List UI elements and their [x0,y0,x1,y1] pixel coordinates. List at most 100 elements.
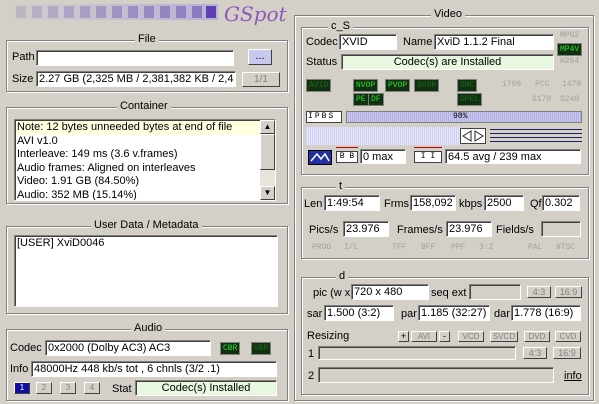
userdata-line: [USER] XviD0046 [17,237,105,249]
dar-label: dar [494,308,510,320]
tag-prog: PROG [312,243,332,252]
fields-label: Fields/s [496,224,534,236]
userdata-list[interactable]: [USER] XviD0046 [14,235,278,307]
video-codec-field: XVID [339,34,397,50]
resize-row1-16-9-button[interactable]: 16:9 [553,347,581,359]
format-h264-tag: H264 [560,57,580,66]
video-status-field: Codec(s) are Installed [341,54,554,70]
container-group-title: Container [117,100,171,112]
b-frames-icon: B B [336,146,358,164]
audio-group-title: Audio [131,322,166,334]
resize-vcd-button[interactable]: VCD [458,331,484,342]
audio-info-field: 48000Hz 448 kb/s tot , 6 chnls (3/2 .1) [31,361,277,377]
browse-label: ... [255,50,265,62]
ar-4-3-label: 4:3 [532,287,546,297]
resizing-label: Resizing [307,330,350,342]
stream-4-label: 4 [89,383,95,392]
part-indicator[interactable]: 1/1 [242,72,280,87]
std-pcc-tag: PCC [535,80,550,89]
resize-minus-button[interactable]: - [439,331,450,342]
resize-cvd-button[interactable]: CVD [555,331,581,342]
container-line: Note: 12 bytes unneeded bytes at end of … [17,121,259,135]
audio-stream-4-button[interactable]: 4 [84,382,100,394]
sar-field: 1.500 (3:2) [324,305,394,321]
container-line: Interleave: 149 ms (3.6 v.frames) [17,148,178,160]
size-field: 2.27 GB (2,325 MB / 2,381,382 KB / 2,4 [36,71,236,87]
resize-minus-label: - [443,331,446,341]
path-label: Path [12,51,35,63]
frms-label: Frms [384,198,410,210]
container-line: Video: 1.91 GB (84.50%) [17,175,140,187]
flag-smc: SMC [457,79,478,92]
cbr-indicator: CBR [220,342,241,355]
mpeg-logo-icon [308,150,332,165]
scroll-down-button[interactable]: ▼ [260,186,275,200]
resize-svcd-button[interactable]: SVCD [490,331,518,342]
resize-dvd-button[interactable]: DVD [524,331,550,342]
stream-1-label: 1 [19,383,25,392]
frames-label: Frames/s [397,224,443,236]
pics-label: Pics/s [309,224,339,236]
container-scrollbar[interactable]: ▲ ▼ [260,120,275,200]
tag-il: I/L [344,243,359,252]
pic-field: 720 x 480 [351,284,429,300]
path-input[interactable] [36,50,234,66]
fields-field [541,221,581,237]
resize-svcd-label: SVCD [492,332,516,341]
container-line: Audio: 352 MB (15.14%) [17,188,137,201]
frame-type-box: IPBS [306,111,342,123]
frames-field: 23.976 [446,221,492,237]
par-label: par [401,308,417,320]
tag-pal: PAL [528,243,543,252]
tag-tff: TFF [392,243,407,252]
container-info-list[interactable]: Note: 12 bytes unneeded bytes at end of … [14,119,276,201]
frame-progress-percent: 98% [453,112,468,121]
resize-avi-label: AVI [417,332,431,341]
resize-row1-16-9-label: 16:9 [558,348,576,358]
resize-row1-field [318,346,516,360]
browse-button[interactable]: ... [248,49,272,65]
audio-stream-2-button[interactable]: 2 [36,382,52,394]
video-codec-label: Codec [306,36,338,48]
resize-row1-4-3-button[interactable]: 4:3 [523,347,547,359]
len-field: 1:49:54 [324,195,380,211]
resize-row2-label: 2 [308,370,315,382]
dar-field: 1.778 (16:9) [511,305,581,321]
part-label: 1/1 [254,74,268,85]
flag-nvop: NVOP [353,79,379,92]
seq-field [469,284,521,300]
scroll-thumb[interactable] [260,134,275,170]
resize-dvd-label: DVD [528,332,546,341]
kbps-label: kbps [459,198,483,210]
flag-df: DF [368,93,384,106]
tag-bff: BFF [421,243,436,252]
sar-label: sar [307,308,323,320]
userdata-group-title: User Data / Metadata [91,219,202,231]
i-frames-icon: I I [414,146,442,164]
t-group-title: t [336,180,346,192]
video-name-label: Name [403,36,433,48]
audio-stream-3-button[interactable]: 3 [60,382,76,394]
frame-progress-bar: 98% [346,111,582,123]
resize-avi-button[interactable]: AVI [411,331,437,342]
gop-marker-icon [460,128,486,144]
frame-type-p: P [314,112,320,121]
audio-stream-1-button[interactable]: 1 [14,382,30,394]
std-s170-tag: S170 [532,95,552,104]
format-mpg2-tag: MPG2 [560,31,580,40]
audio-stat-field: Codec(s) Installed [135,380,277,396]
audio-stat-label: Stat [112,383,132,395]
info-link[interactable]: info [564,370,582,383]
ar-4-3-button[interactable]: 4:3 [527,286,551,298]
container-line: Audio frames: Aligned on interleaves [17,161,196,174]
resize-plus-button[interactable]: + [398,331,409,342]
std-1709-tag: 1709 [502,80,522,89]
std-s240-tag: S240 [560,95,580,104]
len-label: Len [304,198,323,210]
kbps-field: 2500 [484,195,524,211]
scroll-up-button[interactable]: ▲ [260,120,275,134]
tag-ppf: PPF [451,243,466,252]
video-status-label: Status [306,56,338,68]
ar-16-9-button[interactable]: 16:9 [555,286,582,298]
gop-graph [306,127,582,145]
